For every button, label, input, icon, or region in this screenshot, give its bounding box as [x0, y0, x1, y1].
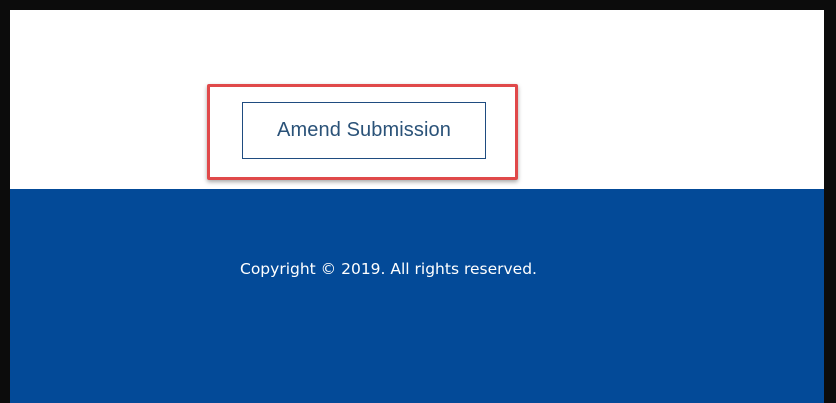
page: Amend Submission Copyright © 2019. All r… — [10, 10, 824, 403]
footer: Copyright © 2019. All rights reserved. — [10, 189, 824, 403]
amend-submission-button[interactable]: Amend Submission — [242, 102, 486, 159]
content-area: Amend Submission — [10, 10, 824, 189]
copyright-text: Copyright © 2019. All rights reserved. — [240, 260, 537, 278]
